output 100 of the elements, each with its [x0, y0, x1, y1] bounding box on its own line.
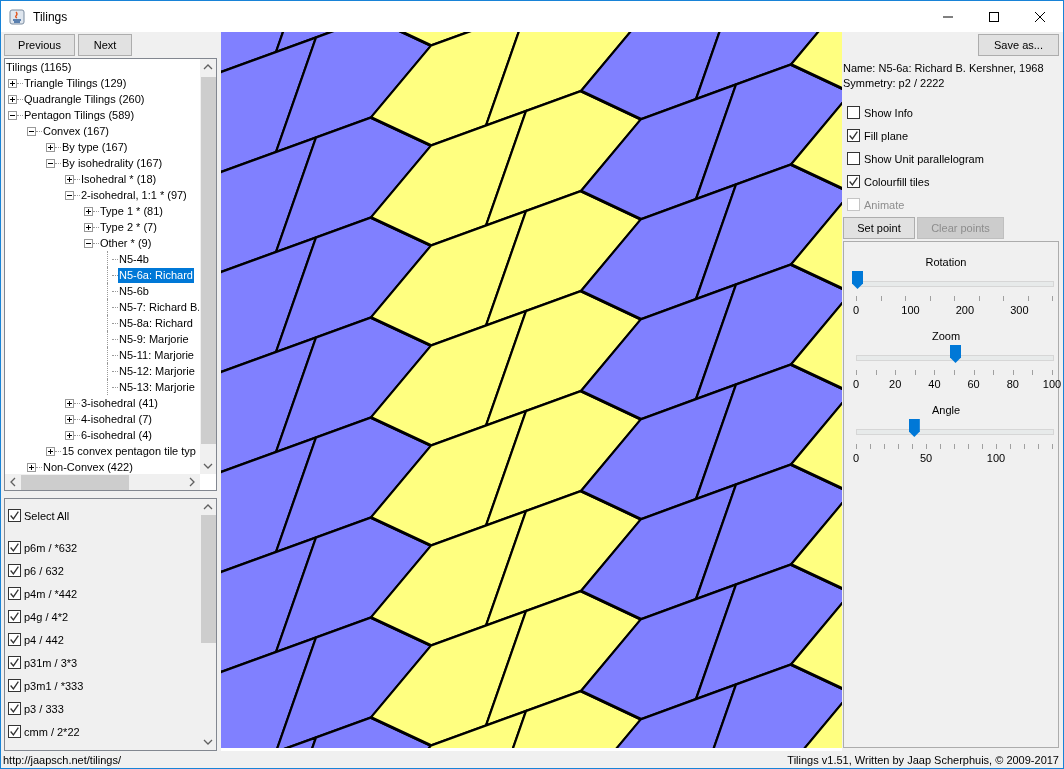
- scrollbar[interactable]: [5, 474, 200, 491]
- tree-item[interactable]: By isohedrality (167): [61, 155, 164, 171]
- slider-thumb[interactable]: [950, 345, 961, 363]
- tree-item[interactable]: Triangle Tilings (129): [23, 75, 128, 91]
- tick-label: 60: [967, 378, 980, 390]
- slider-thumb[interactable]: [852, 271, 863, 289]
- tree-item[interactable]: Type 2 * (7): [99, 219, 158, 235]
- collapse-icon[interactable]: [65, 190, 74, 200]
- tree-item[interactable]: N5-4b: [118, 251, 150, 267]
- checkbox[interactable]: [8, 679, 21, 693]
- tree-item[interactable]: Non-Convex (422): [42, 459, 134, 475]
- collapse-icon[interactable]: [8, 110, 17, 120]
- expand-icon[interactable]: [46, 142, 55, 152]
- expand-icon[interactable]: [8, 78, 17, 88]
- nav-button[interactable]: Next: [78, 34, 132, 56]
- tick-label: 0: [852, 304, 860, 316]
- point-button[interactable]: Set point: [843, 217, 915, 239]
- checkbox-label: p4g / 4*2: [24, 610, 69, 623]
- info-text: Name: N5-6a: Richard B. Kershner, 1968: [843, 62, 1045, 75]
- checkbox-label: Show Info: [864, 106, 913, 119]
- expand-icon[interactable]: [65, 430, 74, 440]
- tick-label: 0: [852, 452, 860, 464]
- checkbox-label: Show Unit parallelogram: [864, 152, 984, 165]
- checkbox[interactable]: [8, 633, 21, 647]
- collapse-icon[interactable]: [84, 238, 93, 248]
- checkbox[interactable]: [8, 702, 21, 716]
- checkbox-label: p6 / 632: [24, 564, 64, 577]
- tick-label: 300: [1010, 304, 1029, 316]
- checkbox-label: Animate: [864, 198, 905, 211]
- status-url: http://jaapsch.net/tilings/: [3, 753, 121, 766]
- app-icon: [9, 8, 25, 25]
- tree-item[interactable]: 6-isohedral (4): [80, 427, 153, 443]
- tree-item[interactable]: N5-12: Marjorie: [118, 363, 196, 379]
- tree-item[interactable]: By type (167): [61, 139, 129, 155]
- tree-item[interactable]: Convex (167): [42, 123, 111, 139]
- scrollbar[interactable]: [200, 59, 216, 475]
- tick-label: 40: [928, 378, 941, 390]
- tick-label: 20: [889, 378, 902, 390]
- tree-item[interactable]: Pentagon Tilings (589): [23, 107, 136, 123]
- collapse-icon[interactable]: [46, 158, 55, 168]
- checkbox-label: p4m / *442: [24, 587, 78, 600]
- tree-item[interactable]: N5-11: Marjorie: [118, 347, 195, 363]
- tree-item[interactable]: 3-isohedral (41): [80, 395, 160, 411]
- expand-icon[interactable]: [84, 206, 93, 216]
- expand-icon[interactable]: [65, 174, 74, 184]
- checkbox[interactable]: [847, 129, 860, 142]
- tree-item[interactable]: Other * (9): [99, 235, 153, 251]
- checkbox[interactable]: [8, 610, 21, 624]
- checkbox[interactable]: [847, 106, 860, 119]
- info-text: Symmetry: p2 / 2222: [843, 77, 946, 90]
- expand-icon[interactable]: [65, 398, 74, 408]
- status-credits: Tilings v1.51, Written by Jaap Scherphuis, © 2009-2017: [787, 753, 1059, 766]
- checkbox[interactable]: [8, 587, 21, 601]
- tick-label: 100: [1042, 378, 1062, 390]
- tree-root[interactable]: Tilings (1165): [5, 59, 73, 75]
- tick-label: 100: [986, 452, 1006, 464]
- expand-icon[interactable]: [27, 462, 36, 472]
- expand-icon[interactable]: [8, 94, 17, 104]
- checkbox[interactable]: [8, 509, 21, 523]
- checkbox[interactable]: [8, 541, 21, 555]
- checkbox-label: Select All: [24, 509, 70, 522]
- checkbox[interactable]: [847, 152, 860, 165]
- tree-item[interactable]: Isohedral * (18): [80, 171, 158, 187]
- slider-label: Zoom: [930, 330, 962, 344]
- checkbox-label: cmm / 2*22: [24, 725, 80, 738]
- tick-label: 100: [901, 304, 920, 316]
- expand-icon[interactable]: [65, 414, 74, 424]
- checkbox-label: Colourfill tiles: [864, 175, 930, 188]
- tree-item[interactable]: 4-isohedral (7): [80, 411, 153, 427]
- tree-item[interactable]: N5-9: Marjorie: [118, 331, 190, 347]
- checkbox-label: p3 / 333: [24, 702, 64, 715]
- checkbox[interactable]: [8, 564, 21, 578]
- tree-item[interactable]: N5-7: Richard B.: [118, 299, 199, 315]
- tree-item[interactable]: N5-6a: Richard: [118, 267, 194, 283]
- slider-label: Rotation: [924, 256, 968, 270]
- checkbox-label: p4 / 442: [24, 633, 64, 646]
- checkbox-label: p6m / *632: [24, 541, 78, 554]
- expand-icon[interactable]: [46, 446, 55, 456]
- tree-item[interactable]: N5-8a: Richard: [118, 315, 194, 331]
- checkbox[interactable]: [847, 175, 860, 188]
- checkbox-label: Fill plane: [864, 129, 909, 142]
- tree-item[interactable]: 15 convex pentagon tile typ: [61, 443, 197, 459]
- tree-item[interactable]: Type 1 * (81): [99, 203, 164, 219]
- tick-label: 50: [919, 452, 933, 464]
- checkbox[interactable]: [8, 725, 21, 739]
- collapse-icon[interactable]: [27, 126, 36, 136]
- checkbox-label: p3m1 / *333: [24, 679, 84, 692]
- expand-icon[interactable]: [84, 222, 93, 232]
- tree-item[interactable]: Quadrangle Tilings (260): [23, 91, 146, 107]
- tree-item[interactable]: N5-13: Marjorie: [118, 379, 196, 395]
- checkbox-label: p31m / 3*3: [24, 656, 78, 669]
- window-title: Tilings: [33, 9, 68, 24]
- tree-item[interactable]: N5-6b: [118, 283, 150, 299]
- slider-thumb[interactable]: [908, 419, 920, 437]
- tree-item[interactable]: 2-isohedral, 1:1 * (97): [80, 187, 188, 203]
- nav-button[interactable]: Previous: [4, 34, 75, 56]
- slider-label: Angle: [930, 404, 962, 418]
- checkbox[interactable]: [8, 656, 21, 670]
- tick-label: 0: [852, 378, 860, 390]
- save-button[interactable]: Save as...: [978, 34, 1059, 56]
